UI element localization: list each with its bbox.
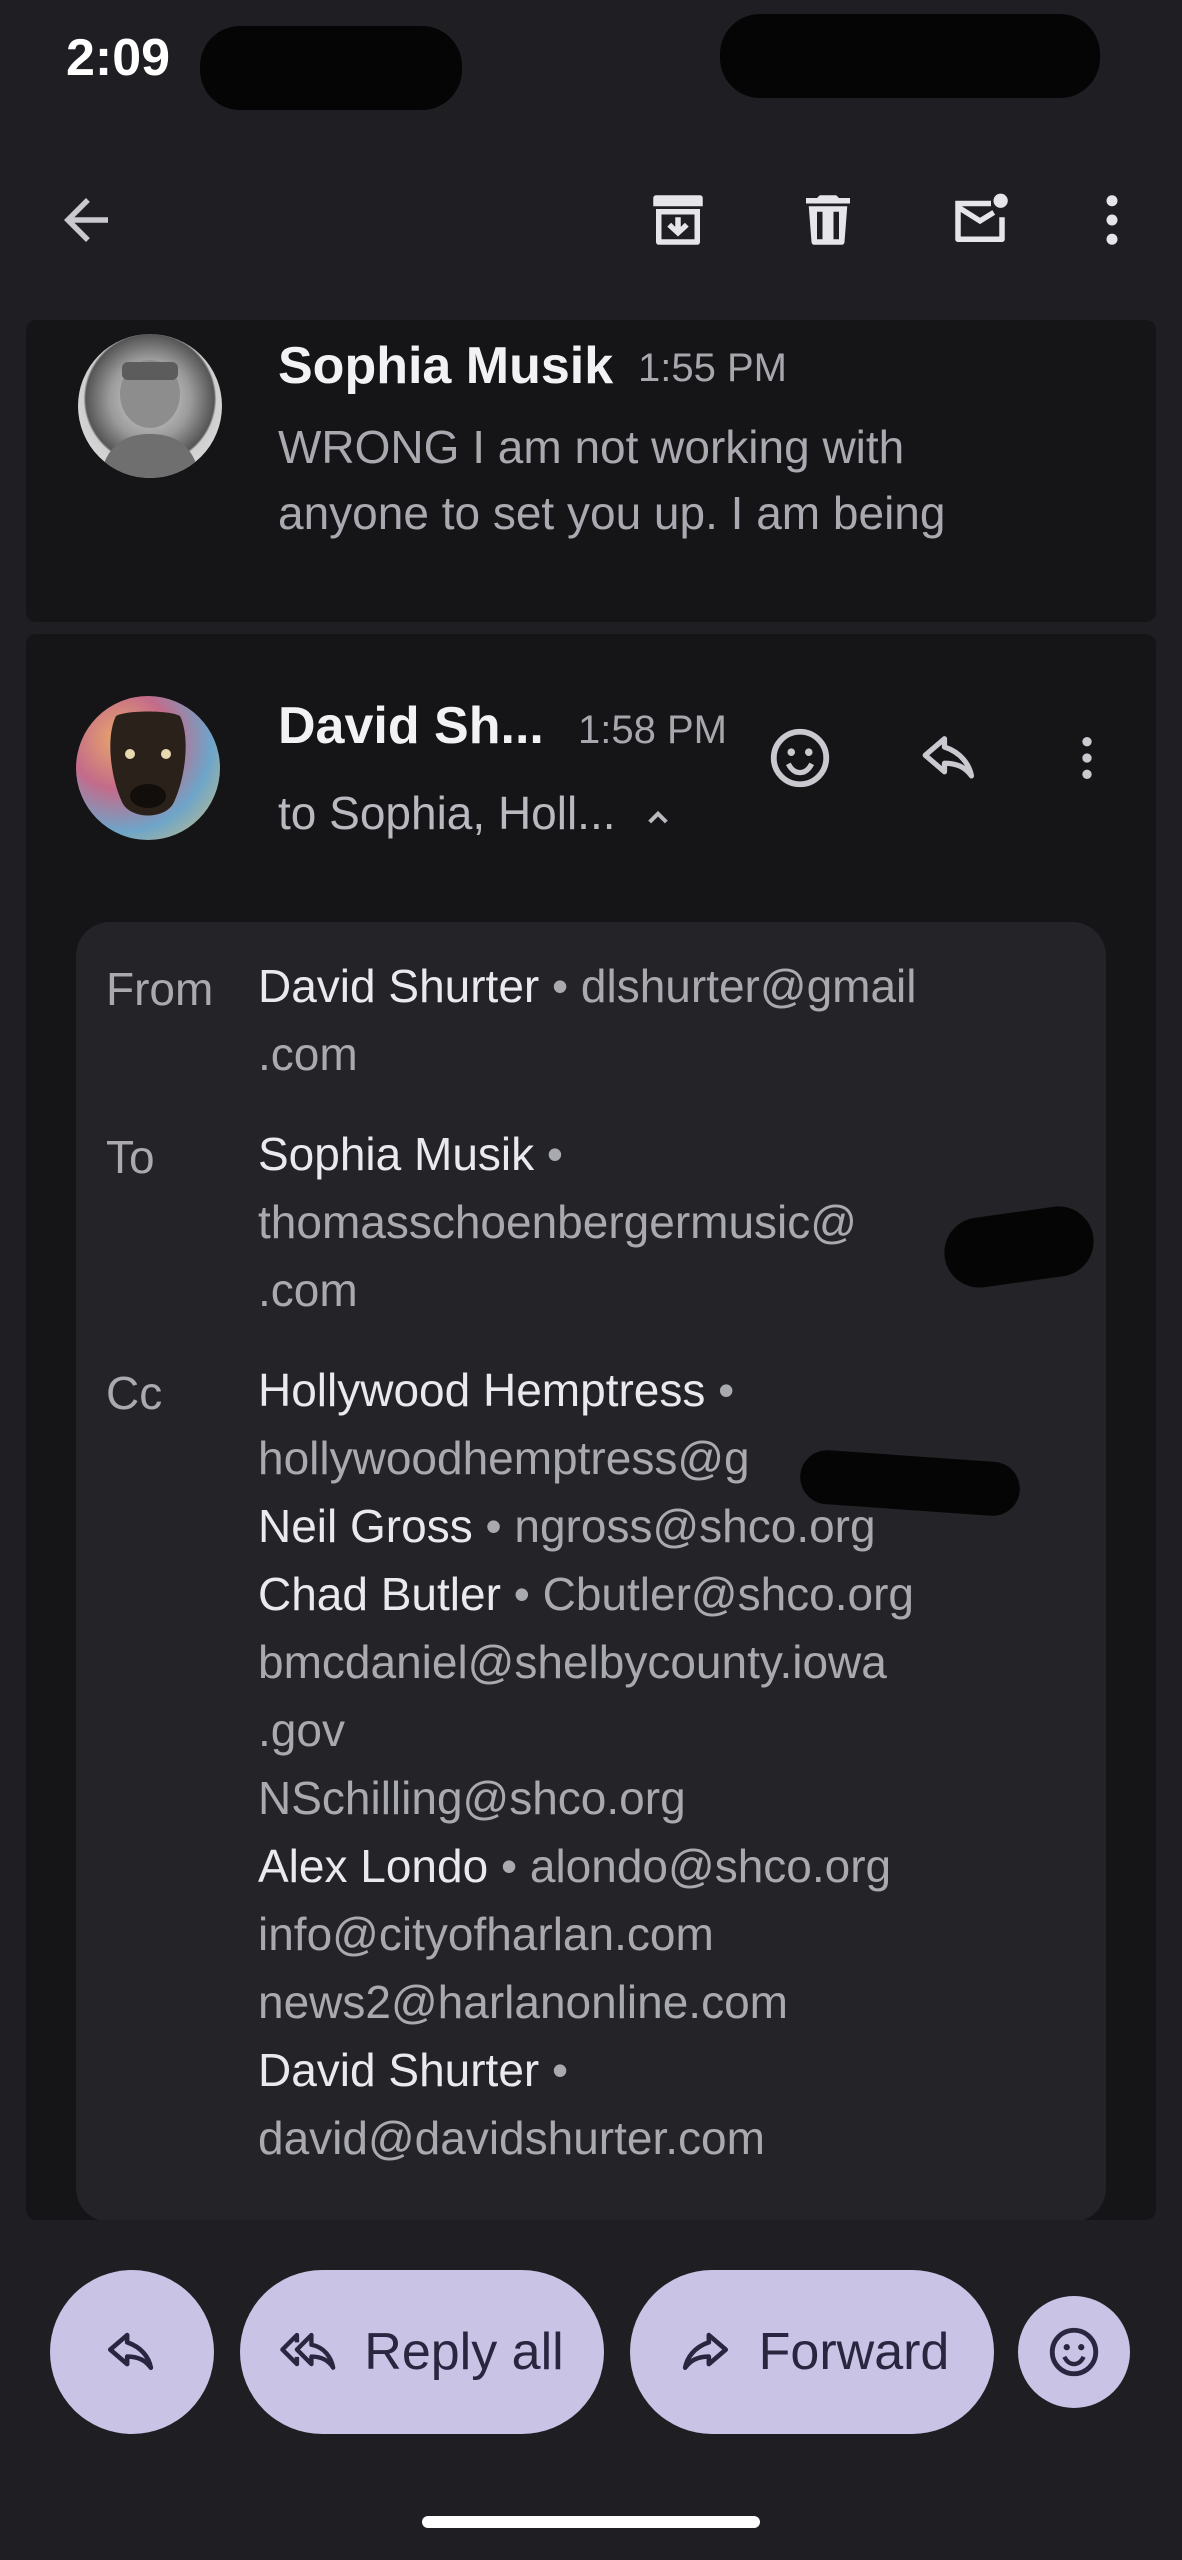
top-toolbar [0, 150, 1182, 290]
reply-icon [922, 736, 975, 779]
emoji-icon [770, 728, 830, 788]
trash-icon [806, 195, 850, 245]
redaction-mark [200, 26, 462, 110]
cc-email: david@davidshurter.com [258, 2112, 765, 2164]
reply-pill-button[interactable] [50, 2270, 214, 2434]
recipients-text: to Sophia, Holl... [278, 787, 616, 839]
forward-button[interactable]: Forward [630, 2270, 994, 2434]
more-vert-icon [1082, 737, 1092, 779]
from-name: David Shurter [258, 960, 540, 1012]
message-more-button[interactable] [1052, 714, 1122, 802]
home-indicator[interactable] [422, 2516, 760, 2528]
from-value: David Shurter • dlshurter@gmail .com [258, 960, 917, 1080]
message-collapsed[interactable]: Sophia Musik 1:55 PM WRONG I am not work… [26, 320, 1156, 622]
reply-all-label: Reply all [364, 2323, 564, 2381]
message-time: 1:55 PM [638, 346, 787, 390]
redaction-mark [720, 14, 1100, 98]
reply-all-button[interactable]: Reply all [240, 2270, 604, 2434]
from-email: dlshurter@gmail [580, 960, 917, 1012]
avatar [78, 334, 222, 478]
to-email: thomasschoenbergermusic@ [258, 1196, 857, 1248]
to-name: Sophia Musik [258, 1128, 535, 1180]
status-time: 2:09 [66, 29, 171, 87]
recipients-summary[interactable]: to Sophia, Holl... [278, 786, 678, 840]
cc-name: Alex Londo [258, 1840, 489, 1892]
cc-email: news2@harlanonline.com [258, 1976, 788, 2028]
cc-email: info@cityofharlan.com [258, 1908, 714, 1960]
arrow-back-icon [64, 198, 108, 242]
message-snippet: WRONG I am not working with anyone to se… [278, 414, 945, 546]
cc-email: bmcdaniel@shelbycounty.iowa [258, 1636, 887, 1688]
avatar [76, 696, 220, 840]
cc-name: Neil Gross [258, 1500, 473, 1552]
back-button[interactable] [36, 150, 136, 290]
more-vert-icon [1106, 195, 1118, 245]
bottom-action-bar: Reply all Forward [0, 2220, 1182, 2560]
delete-button[interactable] [778, 150, 878, 290]
forward-icon [682, 2332, 728, 2371]
status-bar: 2:09 [0, 0, 1182, 120]
emoji-icon [1049, 2327, 1099, 2377]
chevron-up-icon [648, 810, 669, 824]
mark-unread-button[interactable] [930, 150, 1030, 290]
reply-button[interactable] [906, 714, 994, 802]
cc-email: alondo@shco.org [529, 1840, 892, 1892]
cc-email: NSchilling@shco.org [258, 1772, 686, 1824]
cc-name: Chad Butler [258, 1568, 501, 1620]
archive-button[interactable] [628, 150, 728, 290]
snippet-line: WRONG I am not working with [278, 421, 905, 473]
to-label: To [106, 1131, 155, 1183]
more-button[interactable] [1062, 150, 1162, 290]
from-label: From [106, 963, 214, 1015]
cc-name: David Shurter [258, 2044, 540, 2096]
reply-icon [107, 2332, 154, 2371]
archive-icon [653, 195, 703, 245]
reply-all-icon [280, 2332, 336, 2370]
forward-label: Forward [758, 2323, 950, 2381]
cc-email: Cbutler@shco.org [542, 1568, 915, 1620]
sender-name: Sophia Musik [278, 337, 614, 395]
message-time: 1:58 PM [578, 708, 727, 752]
to-email-cont: .com [258, 1264, 358, 1316]
react-button[interactable] [756, 714, 844, 802]
cc-email: ngross@shco.org [514, 1500, 876, 1552]
mark-unread-icon [955, 193, 1008, 242]
cc-label: Cc [106, 1367, 163, 1419]
emoji-react-button[interactable] [1018, 2296, 1130, 2408]
cc-email: hollywoodhemptress@g [258, 1432, 750, 1484]
cc-name: Hollywood Hemptress [258, 1364, 706, 1416]
from-email-cont: .com [258, 1028, 358, 1080]
to-value: Sophia Musik • thomasschoenbergermusic@ … [258, 1128, 857, 1316]
cc-email-cont: .gov [258, 1704, 345, 1756]
sender-name: David Sh... [278, 697, 544, 755]
message-details-panel: From David Shurter • dlshurter@gmail .co… [76, 922, 1106, 2222]
snippet-line: anyone to set you up. I am being [278, 487, 946, 539]
